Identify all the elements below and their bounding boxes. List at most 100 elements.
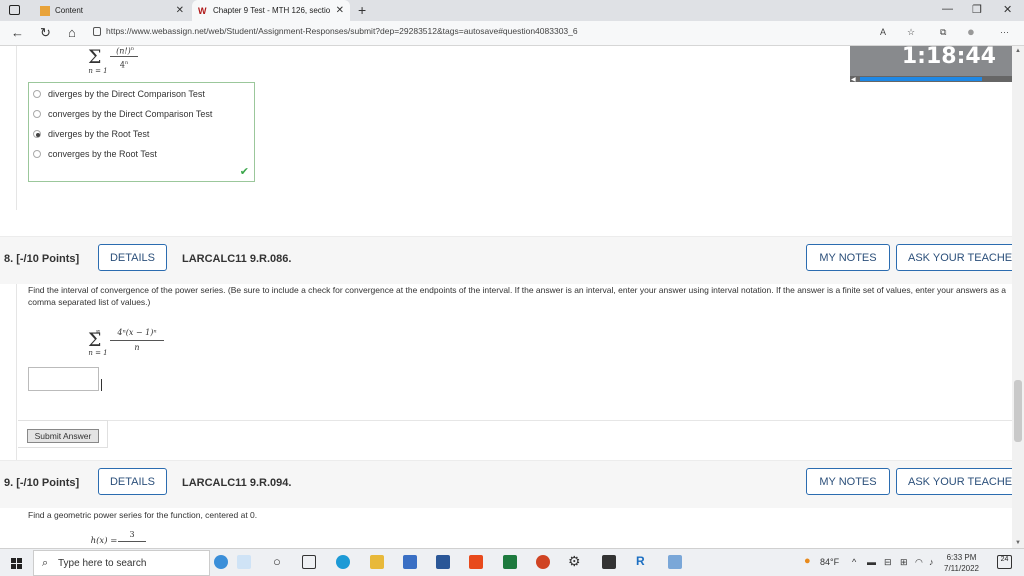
function-numerator: 3 xyxy=(129,530,135,539)
windows-start-icon[interactable] xyxy=(11,558,22,569)
page-content: Σ (n!)n 4n n = 1 diverges by the Direct … xyxy=(0,46,1012,548)
series-numerator: 4ⁿ(x − 1)ⁿ xyxy=(117,328,157,337)
tab-chapter-test[interactable]: W Chapter 9 Test - MTH 126, sectio ✕ xyxy=(192,0,350,21)
tab-label: Content xyxy=(55,6,84,15)
tray-app-icon[interactable]: ⊞ xyxy=(900,557,908,568)
clock-date: 7/11/2022 xyxy=(944,564,979,573)
edge-icon[interactable] xyxy=(336,555,350,569)
choice-label: converges by the Root Test xyxy=(48,149,157,159)
correct-check-icon: ✔ xyxy=(239,166,249,178)
radio-button[interactable] xyxy=(33,150,41,158)
question-prompt: Find the interval of convergence of the … xyxy=(28,285,1007,307)
task-view-icon[interactable] xyxy=(302,555,316,569)
cortana-icon[interactable]: ○ xyxy=(273,554,281,569)
search-icon: ⌕ xyxy=(42,557,49,569)
notification-center-icon[interactable]: 24 xyxy=(997,555,1012,569)
wifi-icon[interactable]: ◠ xyxy=(915,557,923,568)
address-bar: ← ↻ ⌂ https://www.webassign.net/web/Stud… xyxy=(0,21,1024,46)
file-explorer-icon[interactable] xyxy=(370,555,384,569)
windows-taskbar: ⌕ Type here to search ○ ⚙ R ● 84°F ^ ▬ ⊟… xyxy=(0,548,1024,576)
more-menu-icon[interactable]: ··· xyxy=(1000,27,1009,37)
vertical-scrollbar[interactable]: ▲ ▼ xyxy=(1012,46,1024,548)
choice-4[interactable]: converges by the Root Test xyxy=(33,149,157,159)
favorite-icon[interactable]: ☆ xyxy=(907,27,915,38)
question-code: LARCALC11 9.R.086. xyxy=(182,253,292,265)
submit-answer-button[interactable]: Submit Answer xyxy=(27,429,99,443)
collections-icon[interactable]: ⧉ xyxy=(940,27,946,38)
question-8-header: 8. [-/10 Points] DETAILS LARCALC11 9.R.0… xyxy=(0,236,1012,284)
home-icon[interactable]: ⌂ xyxy=(68,25,76,40)
read-aloud-icon[interactable]: A xyxy=(880,27,886,37)
network-icon[interactable]: ▬ xyxy=(867,557,876,567)
fraction-line xyxy=(110,340,164,341)
text-cursor xyxy=(101,379,102,391)
collapse-timer-icon[interactable]: ◀ xyxy=(851,76,856,83)
answer-choices: diverges by the Direct Comparison Test c… xyxy=(28,82,255,182)
r-app-icon[interactable]: R xyxy=(636,554,645,568)
new-tab-icon[interactable]: + xyxy=(358,2,366,18)
close-tab-icon[interactable]: ✕ xyxy=(336,5,344,16)
radio-button[interactable] xyxy=(33,90,41,98)
series-numerator: (n!)n xyxy=(116,46,134,56)
fraction-line xyxy=(110,56,138,57)
tray-app-icon[interactable]: ⊟ xyxy=(884,557,892,568)
radio-button-selected[interactable] xyxy=(33,130,41,138)
scroll-down-icon[interactable]: ▼ xyxy=(1015,540,1021,546)
ask-teacher-button[interactable]: ASK YOUR TEACHER xyxy=(896,244,1012,271)
my-notes-button[interactable]: MY NOTES xyxy=(806,244,890,271)
profile-icon[interactable]: ● xyxy=(967,24,975,39)
notification-count: 24 xyxy=(1000,556,1009,563)
restore-icon[interactable]: ❐ xyxy=(972,3,982,16)
scroll-up-icon[interactable]: ▲ xyxy=(1015,48,1021,54)
settings-icon[interactable]: ⚙ xyxy=(568,553,581,570)
ask-teacher-button[interactable]: ASK YOUR TEACHER xyxy=(896,468,1012,495)
minimize-icon[interactable]: — xyxy=(942,3,953,15)
choice-label: diverges by the Direct Comparison Test xyxy=(48,89,205,99)
chart-app-icon[interactable] xyxy=(237,555,251,569)
powerpoint-icon[interactable] xyxy=(536,555,550,569)
details-button[interactable]: DETAILS xyxy=(98,244,167,271)
content-favicon-icon xyxy=(40,5,50,16)
choice-1[interactable]: diverges by the Direct Comparison Test xyxy=(33,89,205,99)
answer-input[interactable] xyxy=(28,367,99,391)
close-window-icon[interactable]: ✕ xyxy=(1003,3,1012,16)
weather-temp[interactable]: 84°F xyxy=(820,557,839,567)
tab-content[interactable]: Content ✕ xyxy=(34,0,190,21)
close-tab-icon[interactable]: ✕ xyxy=(176,5,184,16)
lock-icon xyxy=(93,27,101,36)
radio-button[interactable] xyxy=(33,110,41,118)
weather-icon: ● xyxy=(804,555,811,567)
scroll-thumb[interactable] xyxy=(1014,380,1022,442)
choice-label: diverges by the Root Test xyxy=(48,129,150,139)
mail-icon[interactable] xyxy=(403,555,417,569)
question-prompt: Find a geometric power series for the fu… xyxy=(28,510,258,520)
question-9-header: 9. [-/10 Points] DETAILS LARCALC11 9.R.0… xyxy=(0,460,1012,508)
taskbar-search[interactable]: ⌕ Type here to search xyxy=(33,550,210,576)
series-index: n = 1 xyxy=(88,67,108,75)
office-icon[interactable] xyxy=(469,555,483,569)
series-denominator: n xyxy=(134,343,140,352)
volume-icon[interactable]: ♪ xyxy=(929,557,934,567)
system-clock[interactable]: 6:33 PM 7/11/2022 xyxy=(944,552,979,574)
sigma-symbol: Σ xyxy=(88,46,102,68)
teams-icon[interactable] xyxy=(668,555,682,569)
choice-2[interactable]: converges by the Direct Comparison Test xyxy=(33,109,212,119)
series-denominator: 4n xyxy=(119,60,129,70)
details-button[interactable]: DETAILS xyxy=(98,468,167,495)
widget-icon[interactable] xyxy=(214,555,228,569)
url-field[interactable]: https://www.webassign.net/web/Student/As… xyxy=(106,26,578,36)
back-icon[interactable]: ← xyxy=(11,25,24,40)
show-hidden-icons[interactable]: ^ xyxy=(852,557,856,567)
choice-3[interactable]: diverges by the Root Test xyxy=(33,129,149,139)
question-code: LARCALC11 9.R.094. xyxy=(182,477,292,489)
sigma-symbol: Σ xyxy=(88,329,102,351)
clock-time: 6:33 PM xyxy=(946,553,977,562)
refresh-icon[interactable]: ↻ xyxy=(40,25,51,41)
tab-actions-icon[interactable] xyxy=(9,5,20,15)
search-placeholder: Type here to search xyxy=(58,557,147,569)
app-icon[interactable] xyxy=(602,555,616,569)
word-icon[interactable] xyxy=(436,555,450,569)
question-number: 8. [-/10 Points] xyxy=(4,253,80,265)
my-notes-button[interactable]: MY NOTES xyxy=(806,468,890,495)
excel-icon[interactable] xyxy=(503,555,517,569)
